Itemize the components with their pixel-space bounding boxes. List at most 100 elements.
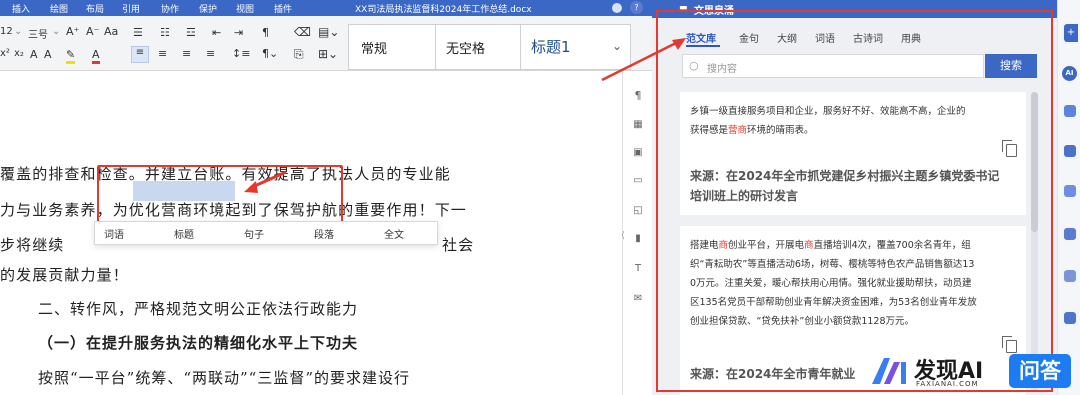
menu-reference[interactable]: 引用 — [122, 2, 140, 15]
justify-icon[interactable]: ≡ — [206, 47, 215, 60]
tab-words[interactable]: 词语 — [815, 30, 835, 45]
chart-icon[interactable]: ▮ — [632, 233, 644, 244]
search-placeholder: 搜内容 — [707, 64, 737, 75]
copy-icon[interactable] — [1002, 140, 1017, 157]
watermark-subtitle: FAXIANAI.COM — [916, 380, 979, 388]
menu-insert[interactable]: 插入 — [12, 2, 30, 15]
heading-level-select[interactable]: 三号 — [28, 26, 48, 41]
search-button[interactable]: 搜索 — [985, 54, 1037, 78]
doc-subheading: （一）在提升服务执法的精细化水平上下功夫 — [38, 334, 359, 352]
change-case-icon[interactable]: Aa — [104, 25, 118, 38]
tab-poetry[interactable]: 古诗词 — [853, 30, 883, 45]
align-center-icon[interactable]: ≡ — [158, 47, 167, 60]
right-sidebar: + AI — [1057, 0, 1080, 395]
style-normal[interactable]: 常规 — [348, 24, 436, 70]
search-icon: ○ — [689, 59, 699, 72]
collapse-icon[interactable]: ⟨ — [617, 231, 629, 241]
watermark-logo-icon — [872, 358, 906, 384]
document-icon[interactable] — [1064, 145, 1076, 157]
doc-line: 按照“一平台”统筹、“两联动”“三监督”的要求建设行 — [38, 369, 411, 387]
popup-word[interactable]: 词语 — [104, 226, 124, 241]
popup-sentence[interactable]: 句子 — [244, 226, 264, 241]
grow-font-icon[interactable]: A⁺ — [66, 25, 79, 38]
mail-icon[interactable]: ✉ — [632, 293, 644, 304]
tab-template-library[interactable]: 范文库 — [686, 30, 716, 45]
font-size-select[interactable]: 12 — [0, 26, 13, 37]
align-right-icon[interactable]: ≡ — [182, 47, 191, 60]
doc-line: 步将继续 — [0, 236, 65, 254]
text-art-icon[interactable]: T — [632, 263, 644, 274]
image-tool-icon[interactable] — [1064, 270, 1076, 282]
copy-format-icon[interactable]: ⎘ — [294, 47, 304, 62]
shape-icon[interactable]: ◱ — [632, 205, 644, 216]
paragraph-mark-icon[interactable]: ¶ — [632, 89, 644, 102]
panel-scrollbar-thumb[interactable] — [1031, 92, 1038, 232]
panel-title: 文思泉涌 — [694, 6, 734, 17]
menu-view[interactable]: 视图 — [236, 2, 254, 15]
ai-assistant-icon[interactable]: AI — [1062, 66, 1077, 81]
tools-icon[interactable] — [1064, 312, 1076, 324]
fill-icon[interactable]: ▤⌄ — [318, 25, 339, 39]
doc-line: 社会 — [442, 236, 475, 254]
doc-line: 的发展贡献力量！ — [0, 266, 129, 284]
increase-indent-icon[interactable]: ⇥ — [234, 26, 243, 39]
line-spacing-icon[interactable]: ↕≡ — [232, 47, 250, 60]
popup-title[interactable]: 标题 — [174, 226, 194, 241]
border-icon[interactable]: ⊞⌄ — [318, 47, 338, 61]
bullet-list-icon[interactable]: ☰ — [133, 26, 143, 39]
table-icon[interactable]: ▦ — [632, 119, 644, 130]
doc-heading: 二、转作风，严格规范文明公正依法行政能力 — [38, 300, 359, 318]
menu-protect[interactable]: 保护 — [199, 2, 217, 15]
card-text: 搭建电商创业平台，开展电商直播培训4次，覆盖700余名青年，组 织“青耘助农”等… — [690, 240, 977, 327]
card-source: 来源：在2024年全市青年就业 — [690, 367, 856, 381]
tab-allusion[interactable]: 用典 — [901, 30, 921, 45]
tab-golden-sentence[interactable]: 金句 — [739, 30, 759, 45]
result-card[interactable]: 乡镇一级直接服务项目和企业，服务好不好、效能高不高，企业的 获得感是营商环境的晴… — [680, 92, 1026, 215]
paragraph-settings-icon[interactable]: ¶⌄ — [262, 47, 278, 60]
menu-layout[interactable]: 布局 — [86, 2, 104, 15]
card-source: 来源：在2024年全市抓党建促乡村振兴主题乡镇党委书记 培训班上的研讨发言 — [690, 169, 1000, 203]
multilevel-list-icon[interactable]: ☲ — [186, 26, 196, 39]
selection-popup: 词语 标题 句子 段落 全文 — [94, 221, 438, 245]
add-icon[interactable]: + — [1064, 24, 1078, 42]
avatar[interactable]: ? — [630, 1, 643, 14]
style-heading1[interactable]: 标题1 — [520, 24, 606, 70]
form-icon[interactable] — [1064, 185, 1076, 197]
font-color-icon[interactable]: A — [92, 48, 100, 64]
menu-bar: 插入 绘图 布局 引用 协作 保护 视图 插件 XX司法局执法监督科2024年工… — [0, 0, 652, 16]
decrease-indent-icon[interactable]: ⇤ — [212, 26, 221, 39]
show-marks-icon[interactable]: ¶ — [262, 26, 269, 39]
card-text: 乡镇一级直接服务项目和企业，服务好不好、效能高不高，企业的 获得感是营商环境的晴… — [690, 106, 966, 136]
highlight-icon[interactable]: ✎ — [66, 48, 76, 64]
superscript-icon[interactable]: x² — [0, 48, 10, 59]
menu-collab[interactable]: 协作 — [161, 2, 179, 15]
eraser-icon[interactable]: ⌫ — [294, 25, 311, 39]
book-icon[interactable] — [1064, 228, 1076, 240]
char-shading-icon[interactable]: A — [44, 48, 52, 61]
side-toolbar: ¶ ▦ ▣ ▭ ◱ ▮ T ✉ ⟨ — [621, 71, 653, 395]
align-left-icon[interactable]: ≡ — [131, 46, 149, 63]
menu-draw[interactable]: 绘图 — [50, 2, 68, 15]
image-icon[interactable]: ▣ — [632, 147, 644, 158]
heading-chevron-icon[interactable]: ⌄ — [52, 26, 60, 37]
page-icon[interactable]: ▭ — [632, 175, 644, 186]
subscript-icon[interactable]: x₂ — [14, 48, 24, 59]
briefcase-icon[interactable] — [1064, 105, 1076, 117]
popup-paragraph[interactable]: 段落 — [314, 226, 334, 241]
annotation-arrow — [601, 38, 686, 82]
style-no-spacing[interactable]: 无空格 — [435, 24, 521, 70]
ribbon: 12 ⌄ 三号 ⌄ A⁺ A⁻ Aa x² x₂ A A ✎ A ☰ ☷ ☲ ⇤… — [0, 16, 652, 71]
font-size-chevron-icon[interactable]: ⌄ — [14, 26, 22, 37]
text-effect-icon[interactable]: A — [30, 48, 38, 61]
shrink-font-icon[interactable]: A⁻ — [86, 25, 99, 38]
watermark: 发现AI FAXIANAI.COM 问答 — [862, 350, 1080, 395]
search-input[interactable]: ○ 搜内容 — [682, 54, 984, 78]
watermark-badge: 问答 — [1009, 354, 1071, 388]
notification-icon[interactable] — [612, 3, 622, 13]
menu-plugins[interactable]: 插件 — [274, 2, 292, 15]
tab-outline[interactable]: 大纲 — [777, 30, 797, 45]
annotation-arrow — [244, 170, 287, 193]
panel-header: ▬ 文思泉涌 — [652, 0, 1057, 18]
popup-fulltext[interactable]: 全文 — [384, 226, 404, 241]
numbered-list-icon[interactable]: ☷ — [160, 26, 170, 39]
